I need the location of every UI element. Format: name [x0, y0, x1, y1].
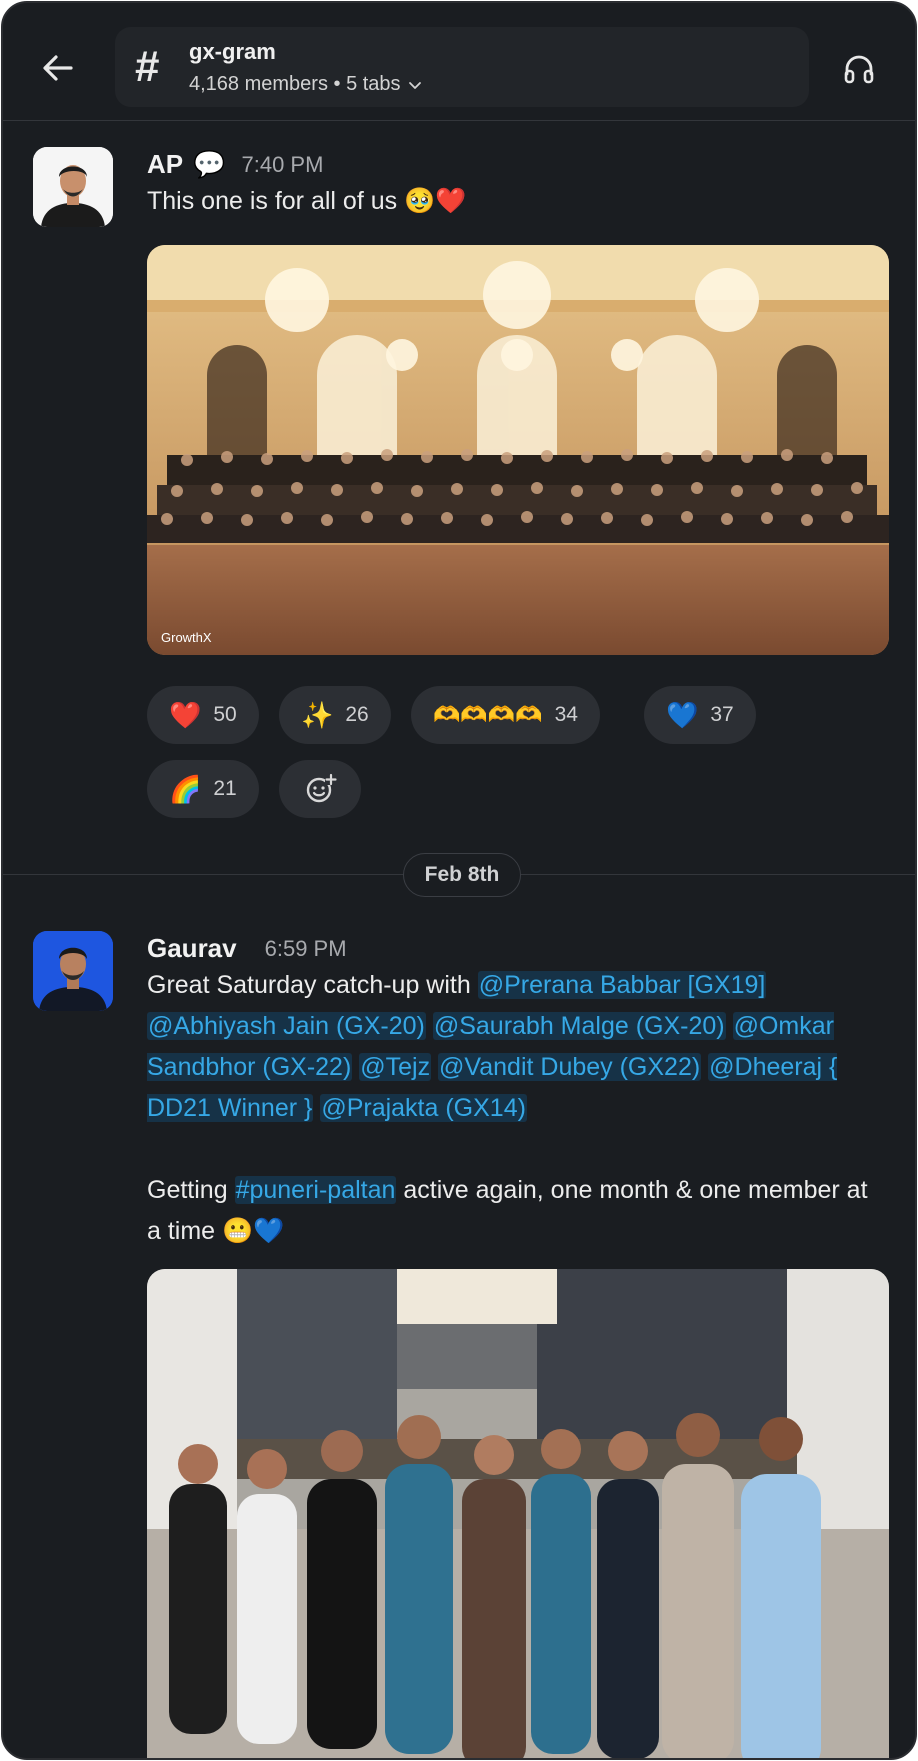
- arrow-left-icon: [43, 55, 73, 81]
- channel-link[interactable]: #puneri-paltan: [234, 1176, 397, 1204]
- message-time: 7:40 PM: [241, 151, 324, 177]
- reaction-count: 34: [554, 703, 578, 726]
- back-button[interactable]: [33, 43, 83, 93]
- custom-emoji-icon: 🌈: [169, 774, 202, 804]
- channel-header: # gx-gram 4,168 members • 5 tabs: [3, 3, 915, 121]
- channel-info-button[interactable]: # gx-gram 4,168 members • 5 tabs: [115, 27, 809, 107]
- user-mention[interactable]: @Prajakta (GX14): [320, 1094, 527, 1122]
- user-mention[interactable]: @Vandit Dubey (GX22): [438, 1053, 702, 1081]
- headphones-icon: [844, 55, 874, 84]
- date-divider[interactable]: Feb 8th: [403, 853, 521, 897]
- avatar[interactable]: [33, 147, 113, 227]
- reaction-heart-hands[interactable]: 🫶🫶🫶🫶 34: [411, 686, 600, 744]
- status-emoji: 💬: [193, 149, 226, 179]
- avatar-photo-gaurav: [33, 931, 113, 1011]
- app-window: # gx-gram 4,168 members • 5 tabs AP 💬 7:…: [1, 1, 917, 1760]
- avatar-photo-ap: [33, 147, 113, 227]
- message-header: AP 💬 7:40 PM: [147, 149, 323, 180]
- chevron-down-icon: [408, 81, 421, 89]
- sender-name[interactable]: AP: [147, 149, 183, 180]
- sparkles-emoji-icon: ✨: [301, 700, 334, 730]
- group-photo-ballroom: [147, 245, 889, 655]
- reaction-blue-heart[interactable]: 💙 37: [644, 686, 756, 744]
- user-mention[interactable]: @Abhiyash Jain (GX-20): [147, 1012, 426, 1040]
- heart-emoji-icon: ❤️: [169, 700, 202, 730]
- user-mention[interactable]: @Prerana Babbar [GX19]: [477, 971, 767, 999]
- huddle-button[interactable]: [837, 47, 881, 91]
- attached-photo[interactable]: [147, 1269, 889, 1758]
- message-text: This one is for all of us 🥹❤️: [147, 187, 467, 215]
- reaction-custom[interactable]: 🌈 21: [147, 760, 259, 818]
- group-photo-street: [147, 1269, 889, 1758]
- message-text: Great Saturday catch-up with @Prerana Ba…: [147, 965, 877, 1252]
- add-reaction-button[interactable]: [279, 760, 361, 818]
- message-time: 6:59 PM: [264, 935, 347, 961]
- blue-heart-emoji-icon: 💙: [666, 700, 699, 730]
- message-line2-pre: Getting: [147, 1176, 235, 1204]
- avatar[interactable]: [33, 931, 113, 1011]
- reaction-count: 50: [213, 703, 237, 726]
- reaction-sparkles[interactable]: ✨ 26: [279, 686, 391, 744]
- attached-photo[interactable]: GrowthX: [147, 245, 889, 655]
- channel-hash-icon: #: [135, 42, 160, 91]
- photo-watermark: GrowthX: [161, 630, 212, 645]
- heart-hands-emoji-icon: 🫶🫶🫶🫶: [433, 702, 543, 727]
- message-header: Gaurav 6:59 PM: [147, 933, 347, 964]
- channel-meta: 4,168 members • 5 tabs: [189, 73, 423, 96]
- channel-member-count: 4,168 members • 5 tabs: [189, 73, 401, 95]
- user-mention[interactable]: @Tejz: [359, 1053, 432, 1081]
- message-intro: Great Saturday catch-up with: [147, 971, 478, 999]
- add-reaction-icon: [306, 773, 337, 803]
- user-mention[interactable]: @Saurabh Malge (GX-20): [432, 1012, 726, 1040]
- reaction-count: 26: [345, 703, 369, 726]
- reaction-heart[interactable]: ❤️ 50: [147, 686, 259, 744]
- reaction-count: 37: [710, 703, 734, 726]
- channel-name: gx-gram: [189, 39, 276, 64]
- sender-name[interactable]: Gaurav: [147, 933, 237, 964]
- reaction-count: 21: [213, 777, 237, 800]
